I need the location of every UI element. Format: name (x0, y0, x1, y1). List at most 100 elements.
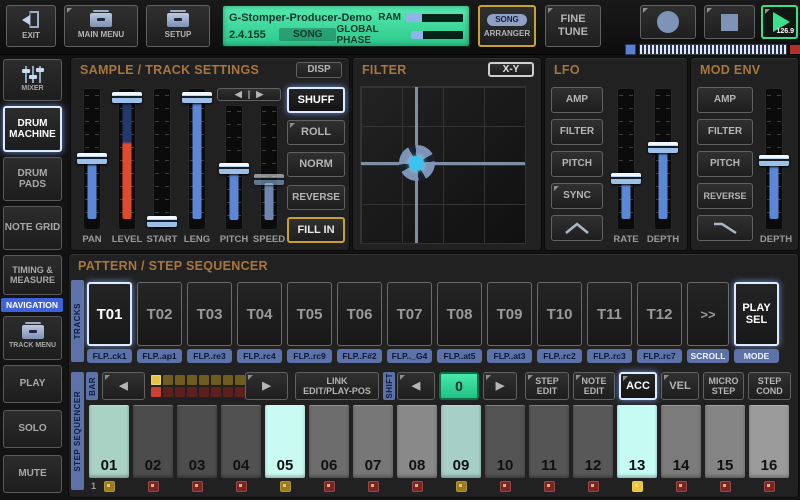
lfo-filter-button[interactable]: FILTER (551, 119, 603, 145)
slider-handle[interactable] (254, 174, 284, 185)
lcd-display[interactable]: G-Stomper-Producer-Demo RAM 2.4.155 SONG… (222, 5, 470, 47)
slider-handle[interactable] (112, 92, 142, 103)
sidebar-item-mute[interactable]: MUTE (3, 455, 62, 493)
speed-slider[interactable] (252, 105, 286, 230)
sample-page-arrows[interactable]: ◀ | ▶ (217, 88, 281, 101)
slider-handle[interactable] (77, 153, 107, 164)
modenv-amp-button[interactable]: AMP (697, 87, 753, 113)
step-button-14[interactable]: 14 (661, 405, 701, 478)
shift-left-button[interactable]: ◀ (397, 372, 435, 400)
track-button-t03[interactable]: T03 (187, 282, 232, 346)
fill-in-button[interactable]: FILL IN (287, 217, 345, 243)
track-file-chip[interactable]: FLP..at5 (437, 349, 482, 363)
track-file-chip[interactable]: FLP..rc7 (637, 349, 682, 363)
start-slider[interactable] (145, 88, 179, 230)
track-scroll-button[interactable]: >> (687, 282, 729, 346)
slider-handle[interactable] (147, 216, 177, 227)
slider-handle[interactable] (648, 142, 678, 153)
track-button-t05[interactable]: T05 (287, 282, 332, 346)
norm-button[interactable]: NORM (287, 152, 345, 177)
step-cond-button[interactable]: STEP COND (748, 372, 791, 400)
track-file-chip[interactable]: FLP..ck1 (87, 349, 132, 363)
track-file-chip[interactable]: FLP..rc2 (537, 349, 582, 363)
filter-xy-pad[interactable] (360, 86, 526, 244)
track-file-chip[interactable]: FLP..F#2 (337, 349, 382, 363)
exit-button[interactable]: EXIT (6, 5, 56, 47)
sidebar-item-mixer[interactable]: MIXER (3, 59, 62, 101)
track-file-chip[interactable]: FLP..rc4 (237, 349, 282, 363)
record-button[interactable] (640, 5, 696, 39)
sidebar-item-note-grid[interactable]: NOTE GRID (3, 206, 62, 250)
setup-button[interactable]: SETUP (146, 5, 210, 47)
step-edit-button[interactable]: STEP EDIT (525, 372, 569, 400)
track-file-chip[interactable]: FLP..at3 (487, 349, 532, 363)
play-sel-mode-button[interactable]: PLAY SEL (734, 282, 779, 346)
step-button-07[interactable]: 07 (353, 405, 393, 478)
sidebar-item-timing-measure[interactable]: TIMING & MEASURE (3, 255, 62, 295)
sidebar-item-drum-pads[interactable]: DRUM PADS (3, 157, 62, 201)
disp-button[interactable]: DISP (296, 62, 342, 78)
xy-mode-button[interactable]: X-Y (488, 62, 534, 77)
track-file-chip[interactable]: FLP..ap1 (137, 349, 182, 363)
pitch-slider[interactable] (217, 105, 251, 230)
bar-prev-button[interactable]: ◀ (102, 372, 145, 400)
modenv-shape-button[interactable] (697, 215, 753, 241)
pan-slider[interactable] (75, 88, 109, 230)
sidebar-item-solo[interactable]: SOLO (3, 410, 62, 448)
micro-step-button[interactable]: MICRO STEP (703, 372, 744, 400)
leng-slider[interactable] (180, 88, 214, 230)
shuff-button[interactable]: SHUFF (287, 87, 345, 113)
step-button-05[interactable]: 05 (265, 405, 305, 478)
track-file-chip[interactable]: FLP..rc9 (287, 349, 332, 363)
lfo-rate-slider[interactable] (609, 88, 643, 230)
step-button-06[interactable]: 06 (309, 405, 349, 478)
slider-handle[interactable] (182, 92, 212, 103)
track-button-t06[interactable]: T06 (337, 282, 382, 346)
xy-puck[interactable] (399, 145, 435, 181)
note-edit-button[interactable]: NOTE EDIT (573, 372, 615, 400)
step-button-12[interactable]: 12 (573, 405, 613, 478)
song-progress-bar[interactable] (625, 44, 800, 55)
slider-handle[interactable] (611, 173, 641, 184)
track-button-t02[interactable]: T02 (137, 282, 182, 346)
modenv-filter-button[interactable]: FILTER (697, 119, 753, 145)
step-button-02[interactable]: 02 (133, 405, 173, 478)
step-button-03[interactable]: 03 (177, 405, 217, 478)
level-slider[interactable] (110, 88, 144, 230)
lfo-waveform-button[interactable] (551, 215, 603, 241)
bar-indicator-grid[interactable] (151, 375, 245, 397)
lfo-amp-button[interactable]: AMP (551, 87, 603, 113)
shift-right-button[interactable]: ▶ (483, 372, 517, 400)
main-menu-button[interactable]: MAIN MENU (64, 5, 138, 47)
reverse-button[interactable]: REVERSE (287, 185, 345, 210)
track-file-chip[interactable]: FLP.._G4 (387, 349, 432, 363)
step-button-10[interactable]: 10 (485, 405, 525, 478)
roll-button[interactable]: ROLL (287, 120, 345, 145)
step-button-04[interactable]: 04 (221, 405, 261, 478)
track-button-t11[interactable]: T11 (587, 282, 632, 346)
display-mode-badge[interactable]: SONG (279, 28, 336, 41)
modenv-pitch-button[interactable]: PITCH (697, 151, 753, 177)
play-button[interactable]: 126.9 (761, 5, 798, 39)
lfo-sync-button[interactable]: SYNC (551, 183, 603, 209)
modenv-reverse-button[interactable]: REVERSE (697, 183, 753, 209)
slider-handle[interactable] (759, 155, 789, 166)
lfo-pitch-button[interactable]: PITCH (551, 151, 603, 177)
sidebar-item-play[interactable]: PLAY (3, 365, 62, 403)
link-edit-play-pos-button[interactable]: LINKEDIT/PLAY-POS (295, 372, 379, 400)
sidebar-item-track-menu[interactable]: TRACK MENU (3, 316, 62, 360)
track-button-t07[interactable]: T07 (387, 282, 432, 346)
step-button-01[interactable]: 01 (89, 405, 129, 478)
step-button-16[interactable]: 16 (749, 405, 789, 478)
track-file-chip[interactable]: FLP..rc3 (587, 349, 632, 363)
track-button-t10[interactable]: T10 (537, 282, 582, 346)
step-button-11[interactable]: 11 (529, 405, 569, 478)
track-button-t08[interactable]: T08 (437, 282, 482, 346)
acc-button[interactable]: ACC (619, 372, 657, 400)
step-button-15[interactable]: 15 (705, 405, 745, 478)
step-button-08[interactable]: 08 (397, 405, 437, 478)
modenv-depth-slider[interactable] (757, 88, 791, 230)
step-button-13[interactable]: 13 (617, 405, 657, 478)
song-arranger-button[interactable]: SONG ARRANGER (478, 5, 536, 47)
track-file-chip[interactable]: FLP..re3 (187, 349, 232, 363)
